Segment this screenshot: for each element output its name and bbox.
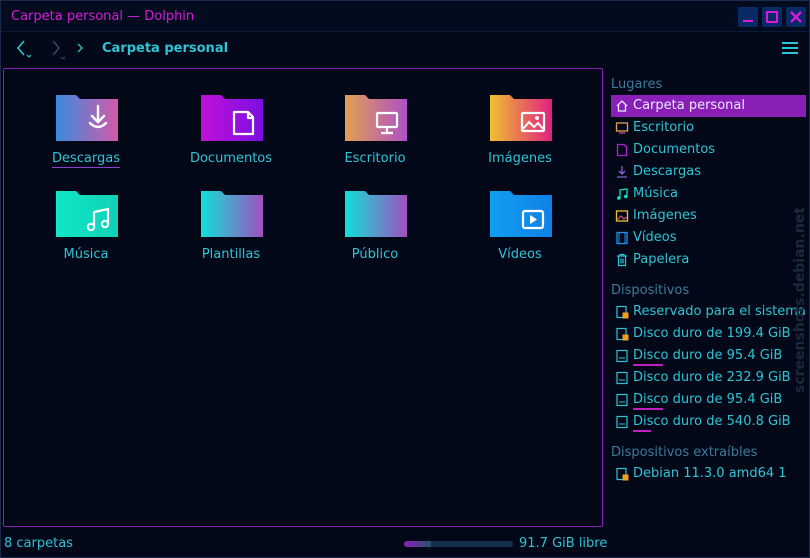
device-disk-232[interactable]: Disco duro de 232.9 GiB	[611, 367, 806, 389]
pictures-folder-icon	[490, 95, 552, 141]
place-pictures[interactable]: Imágenes	[611, 205, 806, 227]
drive-locked-icon	[616, 327, 629, 341]
drive-icon	[616, 371, 628, 385]
disk-usage-bar	[633, 430, 651, 432]
desktop-folder-icon	[345, 95, 407, 141]
folder-label: Vídeos	[498, 247, 542, 262]
templates-folder-icon	[201, 191, 263, 237]
close-icon	[790, 11, 802, 23]
place-downloads[interactable]: Descargas	[611, 161, 806, 183]
window-title: Carpeta personal — Dolphin	[11, 9, 195, 24]
place-trash[interactable]: Papelera	[611, 249, 806, 271]
folder-label: Documentos	[189, 151, 273, 166]
folder-label: Plantillas	[201, 247, 261, 262]
disk-usage-bar	[633, 364, 663, 366]
free-space-fill	[404, 541, 432, 547]
watermark: screenshots.debian.net	[792, 207, 808, 393]
chevron-left-icon	[16, 40, 32, 58]
trash-icon	[617, 253, 627, 267]
chevron-small-right-icon	[77, 43, 83, 53]
public-folder-icon	[345, 191, 407, 237]
documents-folder-icon	[201, 95, 263, 141]
toolbar: Carpeta personal	[1, 32, 809, 66]
folder-item-pictures[interactable]: Imágenes	[455, 95, 585, 185]
documents-icon	[616, 143, 628, 157]
back-button[interactable]	[11, 37, 33, 59]
image-icon	[615, 210, 629, 222]
folder-item-music[interactable]: Música	[21, 191, 151, 281]
folder-count: 8 carpetas	[4, 536, 73, 551]
videos-folder-icon	[490, 191, 552, 237]
device-disk-540[interactable]: Disco duro de 540.8 GiB	[611, 411, 806, 433]
desktop-icon	[615, 122, 629, 134]
device-disk-95b[interactable]: Disco duro de 95.4 GiB	[611, 389, 806, 411]
title-bar[interactable]: Carpeta personal — Dolphin	[1, 1, 809, 32]
folder-label: Descargas	[51, 151, 120, 168]
folder-item-public[interactable]: Público	[310, 191, 440, 281]
forward-button[interactable]	[45, 37, 67, 60]
device-disk-95a[interactable]: Disco duro de 95.4 GiB	[611, 345, 806, 367]
free-space-bar[interactable]	[404, 541, 513, 547]
drive-locked-icon	[616, 305, 629, 319]
download-icon	[617, 166, 627, 178]
drive-icon	[616, 349, 628, 363]
place-home[interactable]: Carpeta personal	[611, 95, 806, 117]
devices-heading: Dispositivos	[611, 283, 690, 298]
hamburger-icon	[782, 42, 798, 54]
device-system-reserved[interactable]: Reservado para el sistema	[611, 301, 806, 323]
watermark-text: screenshots.debian.net	[792, 207, 808, 393]
close-button[interactable]	[786, 7, 806, 27]
place-documents[interactable]: Documentos	[611, 139, 806, 161]
drive-icon	[616, 393, 628, 407]
breadcrumb-current[interactable]: Carpeta personal	[102, 41, 228, 56]
folder-label: Público	[351, 247, 399, 262]
file-view[interactable]: Descargas Documentos Escritorio Imágenes…	[3, 68, 603, 527]
device-disk-199[interactable]: Disco duro de 199.4 GiB	[611, 323, 806, 345]
place-music[interactable]: Música	[611, 183, 806, 205]
breadcrumb-separator[interactable]	[73, 37, 87, 59]
music-folder-icon	[56, 191, 118, 237]
dolphin-window: Carpeta personal — Dolphin Carpeta perso…	[0, 0, 810, 558]
free-space-label: 91.7 GiB libre	[519, 536, 608, 551]
maximize-icon	[766, 11, 778, 23]
removable-heading: Dispositivos extraíbles	[611, 445, 758, 460]
folder-label: Imágenes	[488, 151, 552, 166]
home-icon	[616, 100, 628, 112]
folder-item-downloads[interactable]: Descargas	[21, 95, 151, 185]
maximize-button[interactable]	[762, 7, 782, 27]
place-desktop[interactable]: Escritorio	[611, 117, 806, 139]
places-panel: Lugares Carpeta personal Escritorio Docu…	[609, 71, 809, 531]
optical-locked-icon	[616, 467, 629, 481]
music-icon	[617, 188, 628, 200]
places-heading: Lugares	[611, 77, 663, 92]
folder-item-videos[interactable]: Vídeos	[455, 191, 585, 281]
download-folder-icon	[56, 95, 118, 141]
minimize-icon	[743, 20, 753, 22]
status-bar: 8 carpetas 91.7 GiB libre	[1, 533, 809, 555]
folder-label: Escritorio	[344, 151, 406, 166]
hamburger-menu-button[interactable]	[781, 40, 799, 56]
folder-item-documents[interactable]: Documentos	[166, 95, 296, 185]
removable-debian-media[interactable]: Debian 11.3.0 amd64 1	[611, 463, 806, 485]
disk-usage-bar	[633, 408, 663, 410]
drive-icon	[616, 415, 628, 429]
folder-item-templates[interactable]: Plantillas	[166, 191, 296, 281]
video-icon	[616, 231, 628, 245]
folder-label: Música	[63, 247, 109, 262]
place-videos[interactable]: Vídeos	[611, 227, 806, 249]
minimize-button[interactable]	[738, 7, 758, 27]
folder-item-desktop[interactable]: Escritorio	[310, 95, 440, 185]
chevron-right-icon	[52, 40, 66, 60]
